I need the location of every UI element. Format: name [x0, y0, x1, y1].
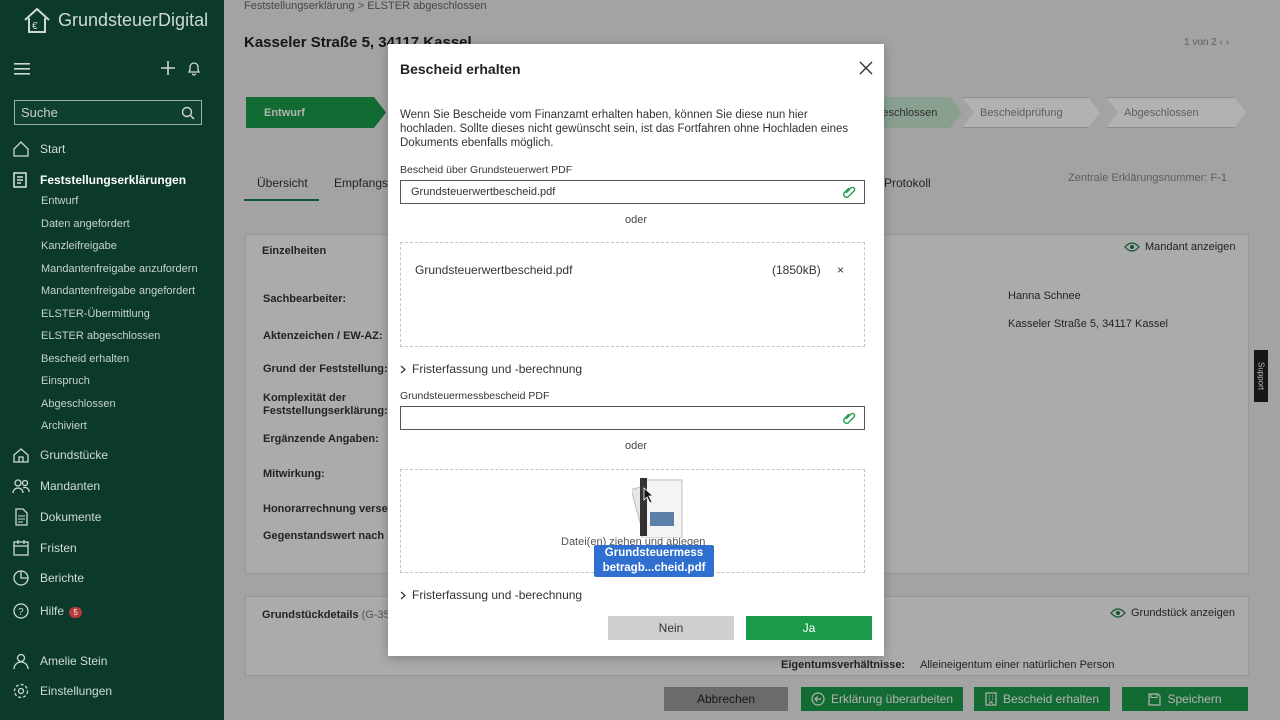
- no-button[interactable]: Nein: [608, 616, 734, 640]
- logo-text: GrundsteuerDigital: [58, 9, 209, 30]
- uploaded-file-size: (1850kB): [772, 263, 821, 277]
- or-label: oder: [624, 214, 648, 226]
- modal-title: Bescheid erhalten: [400, 61, 521, 77]
- hilfe-label: Hilfe: [40, 604, 65, 618]
- yes-button[interactable]: Ja: [746, 616, 872, 640]
- sidebar-item-berichte[interactable]: Berichte: [12, 569, 84, 587]
- svg-text:?: ?: [18, 607, 24, 618]
- dragged-file-thumbnail-icon: [632, 478, 683, 538]
- sidebar-tools: [14, 60, 204, 80]
- sidebar-item-label: Grundstücke: [40, 448, 109, 462]
- grundsteuermess-file-input[interactable]: [400, 406, 865, 430]
- sidebar-item-user[interactable]: Amelie Stein: [12, 652, 107, 670]
- hamburger-menu-icon[interactable]: [14, 62, 30, 76]
- document-edit-icon: [13, 172, 27, 188]
- sidebar-item-label: Mandanten: [40, 479, 101, 493]
- sidebar-item-mandanten[interactable]: Mandanten: [12, 477, 100, 495]
- help-icon: ?: [13, 603, 29, 619]
- modal-description: Wenn Sie Bescheide vom Finanzamt erhalte…: [400, 109, 849, 149]
- sidebar-sub-item-entwurf[interactable]: Entwurf: [41, 195, 78, 207]
- uploaded-file-name: Grundsteuerwertbescheid.pdf: [415, 263, 573, 277]
- sidebar-sub-item-mandantenfreigabe-angefordert[interactable]: Mandantenfreigabe angefordert: [41, 285, 195, 297]
- grundsteuerwert-file-input[interactable]: Grundsteuerwertbescheid.pdf: [400, 180, 865, 204]
- sidebar-item-label: Fristen: [40, 541, 77, 555]
- sidebar-item-hilfe[interactable]: ? Hilfe 5: [12, 602, 82, 620]
- fristerfassung-toggle-1[interactable]: Fristerfassung und -berechnung: [400, 362, 582, 376]
- close-icon[interactable]: [858, 60, 874, 76]
- sidebar-item-label: Feststellungserklärungen: [40, 173, 187, 187]
- home-icon: [13, 141, 29, 157]
- property-icon: [13, 448, 29, 463]
- sidebar-item-label: Amelie Stein: [40, 654, 108, 668]
- dragged-file-line2: betragb...cheid.pdf: [602, 562, 706, 574]
- sidebar-sub-item-daten-angefordert[interactable]: Daten angefordert: [41, 218, 130, 230]
- sidebar-item-label: Hilfe 5: [40, 604, 82, 618]
- search-icon[interactable]: [181, 106, 195, 120]
- sidebar-item-label: Berichte: [40, 571, 85, 585]
- sidebar-item-label: Einstellungen: [40, 684, 113, 698]
- settings-icon: [13, 683, 29, 699]
- sidebar-sub-item-elster-uebermittlung[interactable]: ELSTER-Übermittlung: [41, 308, 150, 320]
- sidebar-sub-item-abgeschlossen[interactable]: Abgeschlossen: [41, 398, 116, 410]
- sidebar-item-label: Dokumente: [40, 510, 102, 524]
- sidebar-item-start[interactable]: Start: [12, 140, 65, 158]
- sidebar-sub-item-archiviert[interactable]: Archiviert: [41, 420, 87, 432]
- chevron-right-icon: [400, 591, 406, 599]
- paperclip-icon[interactable]: [842, 185, 856, 199]
- search-input[interactable]: Suche: [14, 100, 202, 125]
- search-placeholder: Suche: [21, 105, 58, 120]
- fristerfassung-toggle-2[interactable]: Fristerfassung und -berechnung: [400, 588, 582, 602]
- sidebar-sub-item-elster-abgeschlossen[interactable]: ELSTER abgeschlossen: [41, 330, 160, 342]
- sidebar-item-einstellungen[interactable]: Einstellungen: [12, 682, 112, 700]
- grundsteuerwert-dropzone[interactable]: Grundsteuerwertbescheid.pdf (1850kB) ×: [400, 242, 865, 347]
- pie-chart-icon: [13, 570, 29, 586]
- frist-label: Fristerfassung und -berechnung: [412, 588, 583, 602]
- sidebar-item-feststellungserklaerungen[interactable]: Feststellungserklärungen: [12, 171, 186, 189]
- field2-label: Grundsteuermessbescheid PDF: [400, 390, 550, 402]
- sidebar-item-grundstuecke[interactable]: Grundstücke: [12, 446, 108, 464]
- field1-label: Bescheid über Grundsteuerwert PDF: [400, 164, 573, 176]
- sidebar-sub-item-mandantenfreigabe-anzufordern[interactable]: Mandantenfreigabe anzufordern: [41, 263, 198, 275]
- yes-label: Ja: [802, 621, 816, 635]
- grundsteuermess-dropzone[interactable]: Datei(en) ziehen und ablegen Grundsteuer…: [400, 469, 865, 577]
- user-icon: [13, 653, 29, 670]
- house-euro-icon: €: [24, 7, 50, 33]
- sidebar-sub-item-bescheid-erhalten[interactable]: Bescheid erhalten: [41, 353, 129, 365]
- help-count-badge: 5: [69, 607, 82, 618]
- no-label: Nein: [658, 621, 684, 635]
- sidebar-item-dokumente[interactable]: Dokumente: [12, 508, 101, 526]
- remove-file-icon[interactable]: ×: [837, 263, 844, 277]
- sidebar: € GrundsteuerDigital Suche Start Festste…: [0, 0, 224, 720]
- bescheid-modal: Bescheid erhalten Wenn Sie Bescheide vom…: [388, 44, 884, 656]
- plus-icon[interactable]: [160, 60, 176, 76]
- sidebar-item-fristen[interactable]: Fristen: [12, 539, 77, 557]
- chevron-right-icon: [400, 365, 406, 373]
- file-icon: [15, 508, 28, 526]
- sidebar-sub-item-kanzleifreigabe[interactable]: Kanzleifreigabe: [41, 240, 117, 252]
- app-logo[interactable]: € GrundsteuerDigital: [22, 6, 208, 34]
- calendar-icon: [13, 540, 29, 556]
- people-icon: [12, 479, 30, 494]
- bell-icon[interactable]: [186, 60, 202, 76]
- dragged-file-label: Grundsteuermess betragb...cheid.pdf: [594, 545, 714, 577]
- sidebar-sub-item-einspruch[interactable]: Einspruch: [41, 375, 90, 387]
- dragged-file-line1: Grundsteuermess: [604, 547, 704, 559]
- frist-label: Fristerfassung und -berechnung: [412, 362, 583, 376]
- or-label: oder: [624, 440, 648, 452]
- sidebar-item-label: Start: [40, 142, 66, 156]
- grundsteuerwert-file-value: Grundsteuerwertbescheid.pdf: [411, 186, 556, 198]
- svg-text:€: €: [32, 21, 38, 32]
- paperclip-icon[interactable]: [842, 411, 856, 425]
